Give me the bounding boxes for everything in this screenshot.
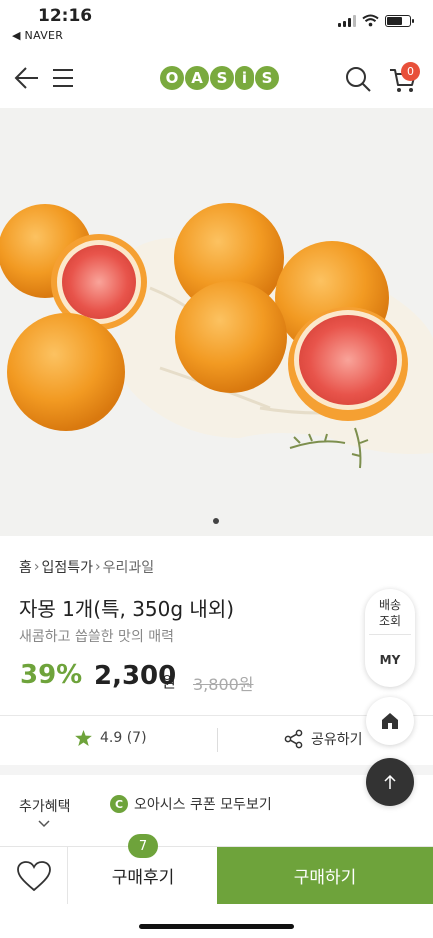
home-icon (382, 713, 398, 729)
logo-letter: i (235, 66, 254, 90)
search-icon[interactable] (344, 65, 372, 93)
share-button[interactable]: 공유하기 (284, 729, 363, 749)
share-icon (284, 729, 303, 749)
floating-quick-menu: 배송 조회 MY (365, 589, 415, 687)
home-button[interactable] (366, 697, 414, 745)
scroll-top-button[interactable] (366, 758, 414, 806)
logo-letter: A (185, 66, 209, 90)
logo-letter: S (210, 66, 234, 90)
signal-icon (338, 14, 356, 27)
wishlist-button[interactable] (0, 847, 68, 904)
logo-letter: S (255, 66, 279, 90)
cart-count-badge: 0 (401, 62, 420, 81)
arrow-up-icon (384, 774, 396, 789)
carousel-indicator-dot[interactable] (213, 518, 219, 524)
product-title: 자몽 1개(특, 350g 내외) (19, 597, 235, 621)
star-icon (75, 730, 92, 746)
logo-letter: O (160, 66, 184, 90)
delivery-track-label: 배송 조회 (378, 598, 402, 628)
coupon-link[interactable]: C 오아시스 쿠폰 모두보기 (110, 794, 272, 814)
back-arrow-icon[interactable] (14, 65, 40, 91)
hamburger-menu-icon[interactable] (52, 67, 74, 89)
top-navigation: O A S i S (0, 55, 433, 105)
wifi-icon (362, 14, 379, 27)
breadcrumb-subcategory[interactable]: 우리과일 (103, 557, 155, 577)
share-label: 공유하기 (311, 732, 363, 748)
rating-score: 4.9 (7) (100, 730, 147, 746)
rating-summary[interactable]: 4.9 (7) (75, 730, 147, 746)
heart-icon (16, 860, 51, 891)
divider (217, 728, 218, 752)
breadcrumb-home[interactable]: 홈 (19, 557, 32, 577)
coupon-icon: C (110, 795, 128, 813)
review-count-badge: 7 (128, 834, 158, 858)
original-price: 3,800원 (193, 675, 254, 694)
status-bar: 12:16 ◀ NAVER (0, 0, 433, 48)
coupon-text: 오아시스 쿠폰 모두보기 (134, 797, 272, 813)
breadcrumb: 홈 › 입점특가 › 우리과일 (19, 557, 154, 577)
product-subtitle: 새콤하고 씁쓸한 맛의 매력 (19, 629, 175, 645)
back-to-naver-link[interactable]: ◀ NAVER (12, 29, 63, 42)
divider (369, 634, 411, 635)
chevron-right-icon: › (95, 559, 101, 575)
extra-benefit-label[interactable]: 추가혜택 (19, 796, 71, 816)
bottom-action-bar: 구매후기 구매하기 (0, 846, 433, 904)
chevron-down-icon[interactable] (38, 820, 50, 828)
home-indicator (139, 924, 294, 929)
battery-icon (385, 14, 414, 27)
price-unit: 원 (162, 673, 176, 691)
status-icons (338, 14, 414, 27)
my-page-button[interactable]: MY (365, 653, 415, 667)
status-time: 12:16 (38, 6, 93, 26)
discount-rate: 39% (20, 660, 83, 690)
product-image[interactable] (0, 108, 433, 536)
buy-button[interactable]: 구매하기 (217, 847, 433, 904)
breadcrumb-category[interactable]: 입점특가 (42, 557, 94, 577)
delivery-track-button[interactable]: 배송 조회 (365, 597, 415, 629)
oasis-logo[interactable]: O A S i S (160, 66, 279, 90)
grapefruit-illustration (0, 108, 433, 536)
chevron-right-icon: › (33, 559, 40, 575)
